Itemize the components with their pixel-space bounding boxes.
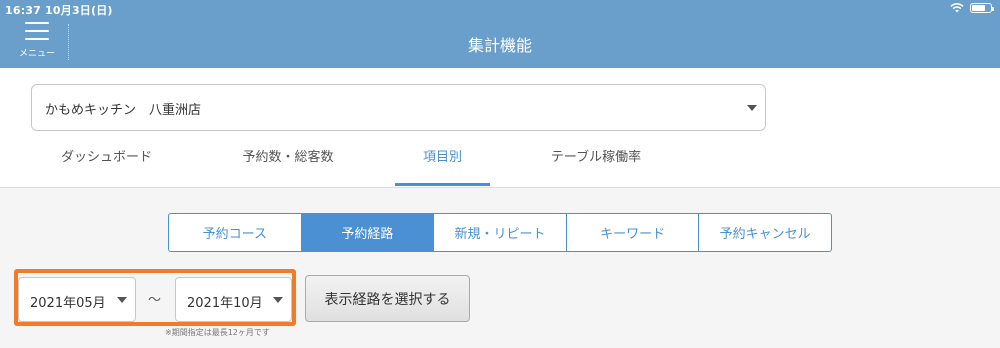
tab-table-utilization[interactable]: テーブル稼働率 (546, 146, 646, 165)
app-header: 16:37 10月3日(日) メニュー 集計機能 (0, 0, 1000, 68)
wifi-icon (950, 3, 964, 13)
period-separator: 〜 (148, 293, 162, 308)
dropdown-arrow-icon (747, 105, 757, 111)
period-to-value: 2021年10月 (187, 296, 263, 311)
tab-by-item[interactable]: 項目別 (395, 146, 490, 165)
tab-reservations-guests[interactable]: 予約数・総客数 (238, 146, 338, 165)
segment-reservation-route[interactable]: 予約経路 (301, 214, 435, 251)
active-tab-indicator (395, 183, 490, 186)
period-from-value: 2021年05月 (30, 296, 106, 311)
status-time-date: 16:37 10月3日(日) (5, 4, 113, 17)
top-panel: かもめキッチン 八重洲店 ダッシュボード 予約数・総客数 項目別 テーブル稼働率 (0, 68, 1000, 188)
segment-keyword[interactable]: キーワード (567, 214, 700, 251)
period-to-select[interactable]: 2021年10月 (175, 277, 292, 322)
store-select-value: かもめキッチン 八重洲店 (45, 103, 202, 118)
tab-dashboard[interactable]: ダッシュボード (58, 146, 155, 165)
category-segmented-control: 予約コース 予約経路 新規・リピート キーワード 予約キャンセル (168, 213, 832, 252)
page-title: 集計機能 (467, 36, 532, 55)
dropdown-arrow-icon (273, 297, 283, 303)
store-select[interactable]: かもめキッチン 八重洲店 (31, 84, 766, 131)
segment-reservation-course[interactable]: 予約コース (169, 214, 302, 251)
segment-reservation-cancel[interactable]: 予約キャンセル (699, 214, 831, 251)
period-from-select[interactable]: 2021年05月 (18, 277, 136, 322)
dropdown-arrow-icon (117, 297, 127, 303)
select-route-button[interactable]: 表示経路を選択する (305, 275, 470, 322)
segment-new-repeat[interactable]: 新規・リピート (434, 214, 567, 251)
battery-icon (970, 3, 994, 13)
status-indicators (950, 3, 994, 13)
period-note: ※期間指定は最長12ヶ月です (165, 328, 270, 337)
